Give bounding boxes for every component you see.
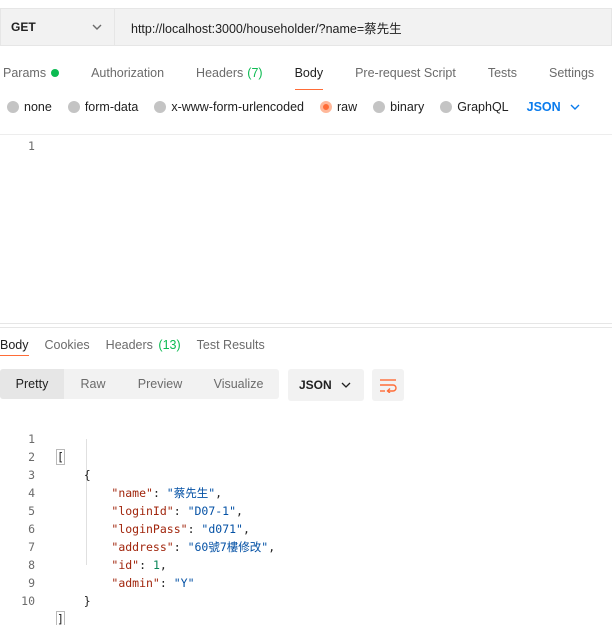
tab-settings-label: Settings xyxy=(549,66,595,80)
wrap-lines-button[interactable] xyxy=(372,369,404,401)
code-line: 1 [ xyxy=(0,412,612,465)
tab-params[interactable]: Params xyxy=(3,62,60,84)
radio-selected-icon xyxy=(320,101,332,113)
radio-urlencoded-label: x-www-form-urlencoded xyxy=(171,100,304,114)
radio-binary-label: binary xyxy=(390,100,425,114)
line-number: 10 xyxy=(21,594,35,608)
params-active-dot-icon xyxy=(51,69,60,77)
tab-pre-request-script-label: Pre-request Script xyxy=(355,66,456,80)
code-line: 8 "admin": "Y" xyxy=(0,538,612,590)
tab-headers-label: Headers xyxy=(196,66,244,80)
code-line: 7 "id": 1, xyxy=(0,520,612,572)
raw-format-label: JSON xyxy=(526,100,561,114)
request-body-editor[interactable]: 1 xyxy=(0,139,612,323)
response-format-label: JSON xyxy=(299,378,332,392)
pane-resize-handle[interactable] xyxy=(0,323,612,328)
tab-tests-label: Tests xyxy=(487,66,517,80)
line-number: 1 xyxy=(28,139,35,153)
url-input[interactable]: http://localhost:3000/householder/?name=… xyxy=(114,8,612,46)
radio-circle-icon xyxy=(440,101,453,113)
raw-format-select[interactable]: JSON xyxy=(527,100,581,114)
wrap-lines-icon xyxy=(380,379,397,393)
response-tabs: Body Cookies Headers (13) Test Results xyxy=(0,336,281,356)
code-line: 2 { xyxy=(0,430,612,482)
radio-none-label: none xyxy=(24,100,52,114)
response-tab-cookies[interactable]: Cookies xyxy=(45,338,90,352)
tab-headers[interactable]: Headers (7) xyxy=(196,62,263,84)
response-tab-test-results-label: Test Results xyxy=(196,338,265,352)
radio-binary[interactable]: binary xyxy=(373,100,424,114)
view-visualize-button[interactable]: Visualize xyxy=(198,369,279,399)
radio-form-data[interactable]: form-data xyxy=(67,100,139,114)
divider xyxy=(0,134,612,135)
radio-raw-label: raw xyxy=(337,100,358,114)
view-preview-button[interactable]: Preview xyxy=(122,369,198,399)
request-tabs: Params Authorization Headers (7) Body Pr… xyxy=(3,62,594,90)
tab-body-label: Body xyxy=(294,66,324,80)
response-format-select[interactable]: JSON xyxy=(288,369,364,401)
view-mode-group: Pretty Raw Preview Visualize xyxy=(0,369,279,399)
response-tab-body[interactable]: Body xyxy=(0,338,29,356)
tab-params-label: Params xyxy=(3,66,47,80)
method-label: GET xyxy=(11,20,36,34)
radio-none[interactable]: none xyxy=(7,100,52,114)
code-line: 10 ] xyxy=(0,574,612,625)
view-pretty-button[interactable]: Pretty xyxy=(0,369,64,399)
chevron-down-icon xyxy=(341,382,351,388)
tab-tests[interactable]: Tests xyxy=(488,62,517,84)
json-close-object: } xyxy=(83,594,91,608)
tab-authorization[interactable]: Authorization xyxy=(91,62,164,84)
response-tab-body-label: Body xyxy=(0,338,29,352)
response-body-viewer[interactable]: 1 [ 2 { 3 "name": "蔡先生", 4 "loginId": "D… xyxy=(0,412,612,625)
radio-graphql-label: GraphQL xyxy=(457,100,509,114)
code-line: 4 "loginId": "D07-1", xyxy=(0,466,612,518)
chevron-down-icon xyxy=(92,24,102,30)
radio-circle-icon xyxy=(373,101,386,113)
response-tab-headers-label: Headers xyxy=(105,338,153,352)
radio-circle-icon xyxy=(7,101,19,113)
headers-count: (7) xyxy=(247,66,263,80)
method-select[interactable]: GET xyxy=(0,8,114,46)
code-line: 3 "name": "蔡先生", xyxy=(0,448,612,500)
radio-form-data-label: form-data xyxy=(84,100,139,114)
radio-raw[interactable]: raw xyxy=(320,100,357,114)
tab-settings[interactable]: Settings xyxy=(549,62,594,84)
code-line: 5 "loginPass": "d071", xyxy=(0,484,612,536)
response-tab-headers[interactable]: Headers (13) xyxy=(106,338,181,352)
request-url-bar: GET http://localhost:3000/householder/?n… xyxy=(0,8,612,46)
response-tab-cookies-label: Cookies xyxy=(44,338,90,352)
radio-graphql[interactable]: GraphQL xyxy=(440,100,509,114)
code-line: 6 "address": "60號7樓修改", xyxy=(0,502,612,554)
radio-circle-icon xyxy=(67,101,80,113)
json-close-array: ] xyxy=(56,611,65,625)
body-type-radios: none form-data x-www-form-urlencoded raw… xyxy=(7,97,581,117)
chevron-down-icon xyxy=(570,104,580,110)
response-tab-test-results[interactable]: Test Results xyxy=(197,338,265,352)
url-text: http://localhost:3000/householder/?name=… xyxy=(131,21,402,36)
response-headers-count: (13) xyxy=(158,338,181,352)
code-line: 9 } xyxy=(0,556,612,608)
view-raw-button[interactable]: Raw xyxy=(64,369,122,399)
tab-pre-request-script[interactable]: Pre-request Script xyxy=(355,62,456,84)
tab-body[interactable]: Body xyxy=(294,62,324,90)
radio-x-www-form-urlencoded[interactable]: x-www-form-urlencoded xyxy=(154,100,304,114)
tab-authorization-label: Authorization xyxy=(91,66,165,80)
radio-circle-icon xyxy=(154,101,167,113)
